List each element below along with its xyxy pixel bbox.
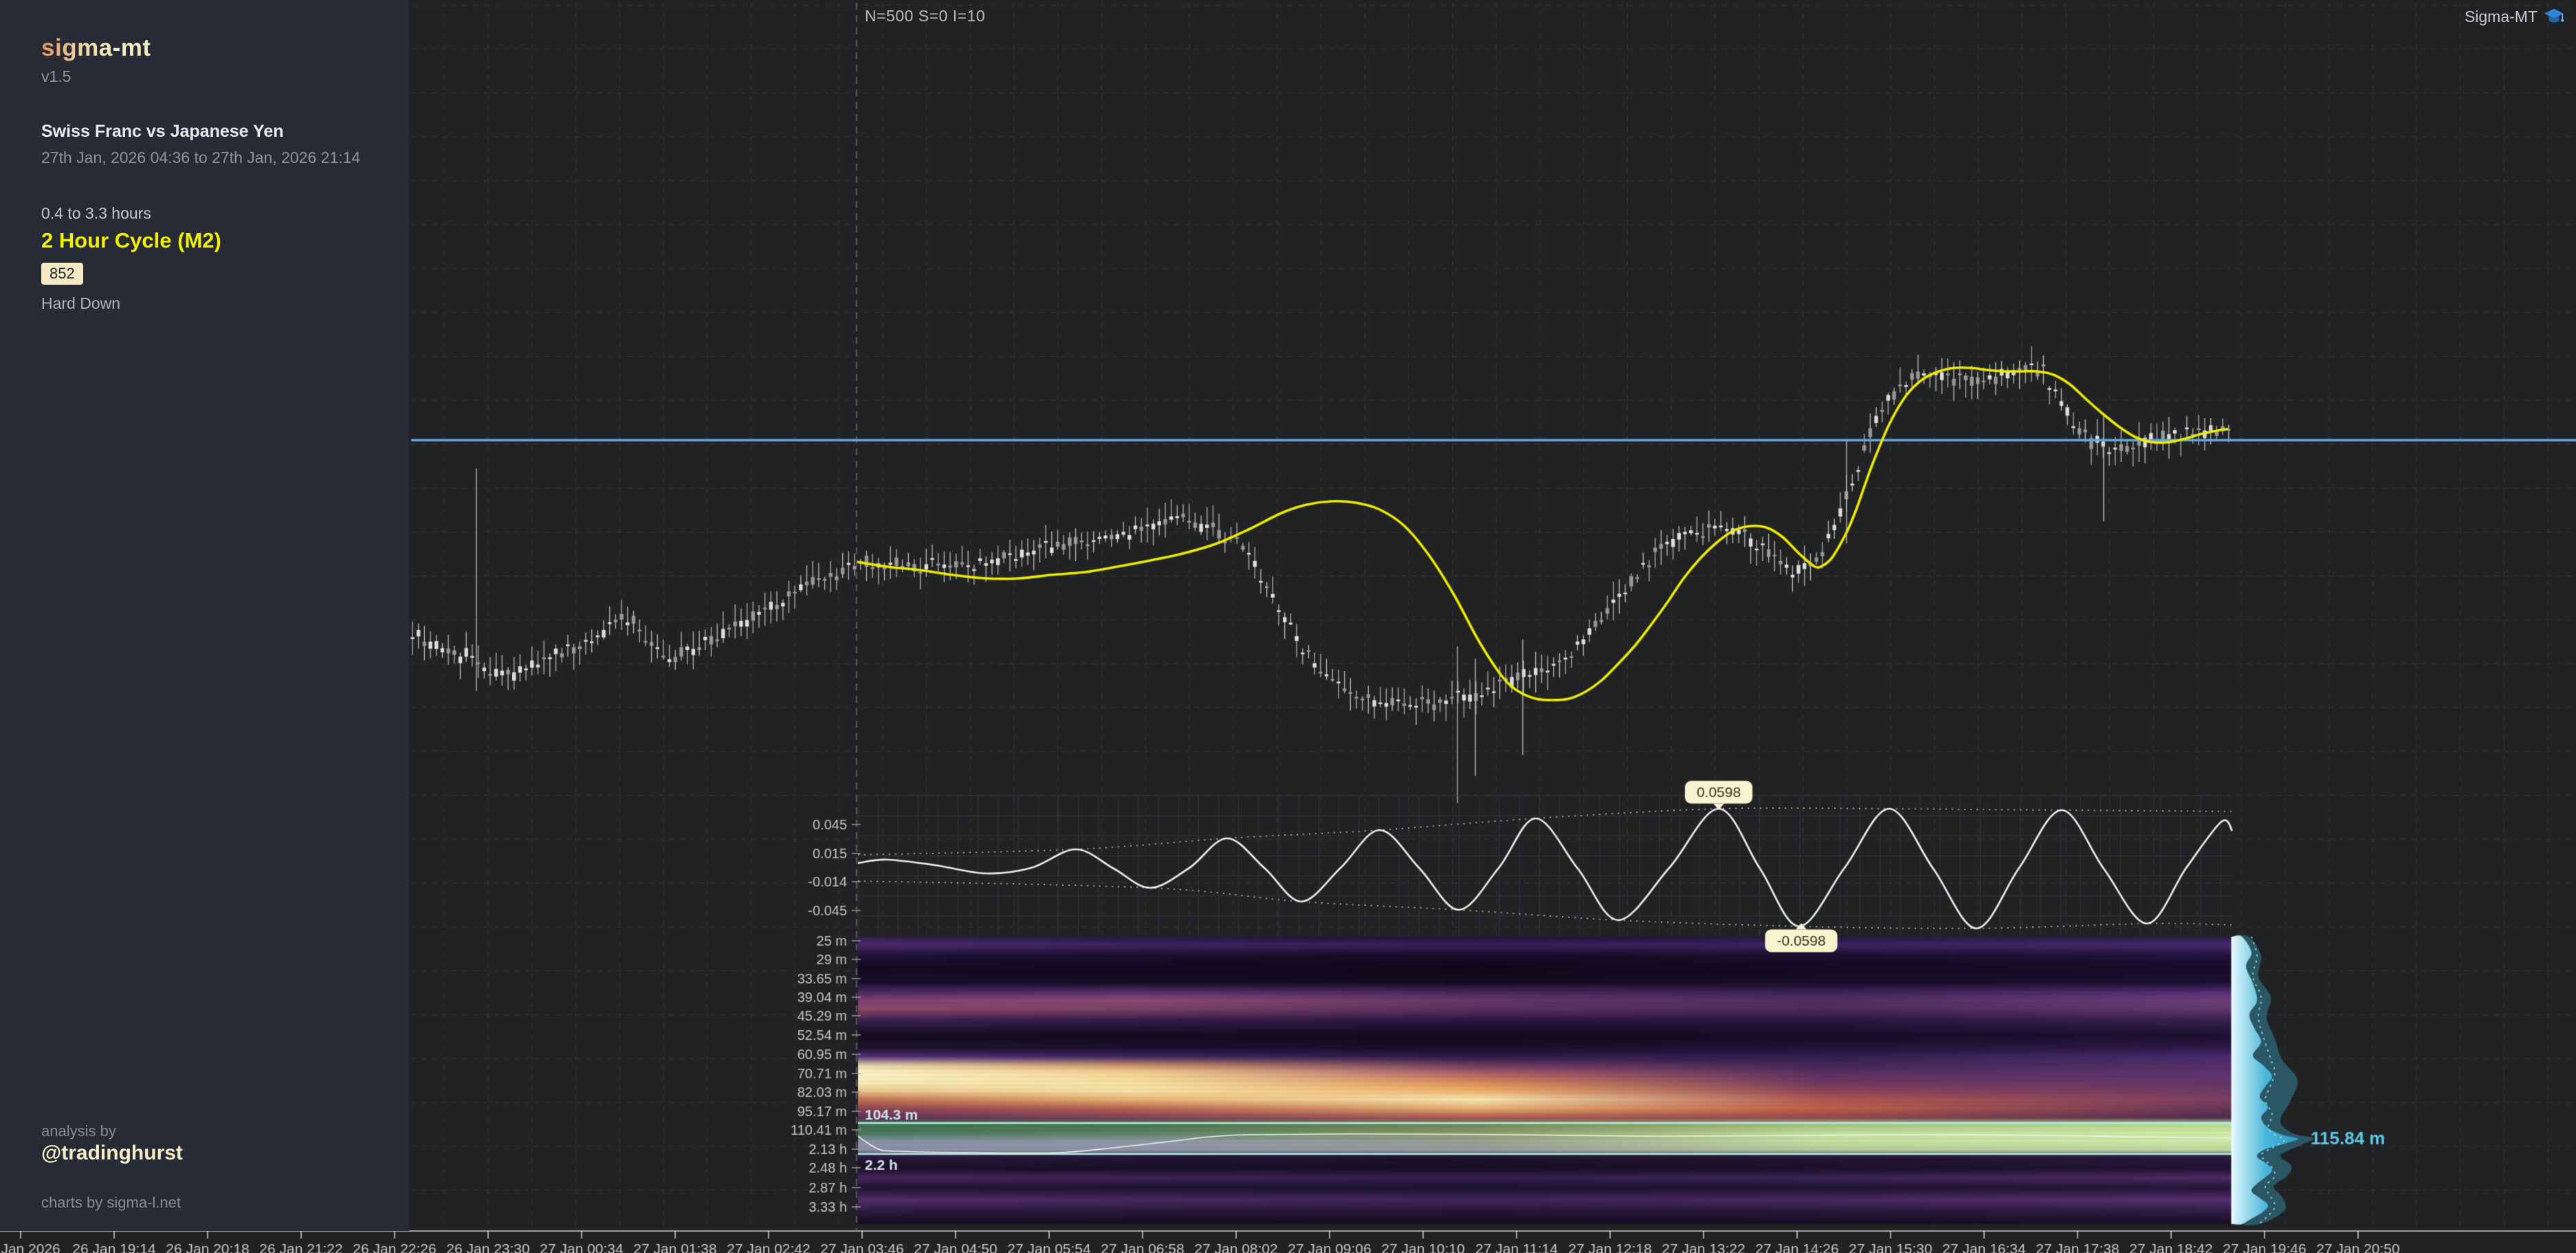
graduation-cap-icon <box>2543 6 2565 28</box>
analysis-date-range: 27th Jan, 2026 04:36 to 27th Jan, 2026 2… <box>41 149 361 166</box>
instrument-name: Swiss Franc vs Japanese Yen <box>41 122 284 141</box>
charts-by-label: charts by sigma-l.net <box>41 1194 181 1211</box>
cycle-band-range: 0.4 to 3.3 hours <box>41 204 151 222</box>
author-handle: @tradinghurst <box>41 1142 183 1164</box>
sidebar-footer: analysis by @tradinghurst charts by sigm… <box>41 1122 371 1212</box>
cycle-title: 2 Hour Cycle (M2) <box>41 228 221 252</box>
cycle-direction-label: Hard Down <box>41 294 121 312</box>
sidebar: sigma-mt v1.5 Swiss Franc vs Japanese Ye… <box>0 0 409 1231</box>
analysis-by-label: analysis by <box>41 1122 116 1140</box>
brand-label: Sigma-MT <box>2464 7 2538 25</box>
cycle-strength-badge: 852 <box>41 263 83 285</box>
app-version: v1.5 <box>41 67 71 85</box>
brand-watermark: Sigma-MT <box>2465 6 2565 28</box>
app-logo-title: sigma-mt <box>41 34 151 61</box>
chart-parameters-label: N=500 S=0 I=10 <box>865 7 986 25</box>
sigma-mt-app: sigma-mt v1.5 Swiss Franc vs Japanese Ye… <box>0 0 2576 1253</box>
